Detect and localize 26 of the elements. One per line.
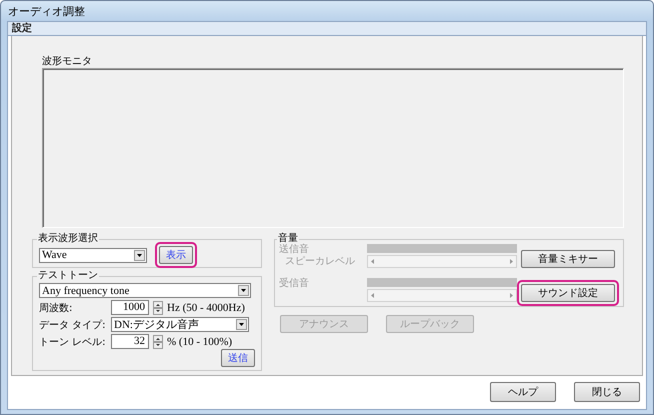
field-label: 周波数: (39, 302, 74, 314)
scrollbar[interactable] (367, 289, 517, 302)
tone-level-field[interactable]: 32 (111, 334, 149, 349)
monitor-label: 波形モニタ (42, 56, 93, 68)
field-label: トーン レベル: (39, 336, 107, 348)
waveform-dropdown[interactable]: Wave (39, 248, 147, 262)
scrollbar[interactable] (367, 255, 517, 268)
button[interactable]: ヘルプ (490, 382, 556, 402)
range-label: Hz (50 - 4000Hz) (167, 302, 245, 314)
window-title: オーディオ調整 (7, 4, 86, 20)
tone-dropdown[interactable]: Any frequency tone (39, 283, 251, 298)
button[interactable]: 閉じる (574, 382, 640, 402)
volume-label: 送信音 (279, 244, 310, 256)
spinner-icon[interactable] (153, 334, 163, 348)
group-label: 音量 (277, 234, 298, 244)
range-label: % (10 - 100%) (167, 336, 232, 348)
button[interactable]: 表示 (159, 246, 193, 264)
field-label: データ タイプ: (39, 318, 107, 332)
group-label: 表示波形選択 (37, 234, 99, 244)
spinner-icon[interactable] (153, 300, 163, 314)
button[interactable]: 送信 (221, 349, 255, 367)
group-label: テストトーン (37, 271, 99, 281)
volume-label: 受信音 (279, 278, 310, 290)
volume-sublabel: スピーカレベル (284, 256, 356, 268)
data-type-dropdown[interactable]: DN:デジタル音声 (111, 317, 249, 332)
frequency-field[interactable]: 1000 (111, 300, 149, 315)
